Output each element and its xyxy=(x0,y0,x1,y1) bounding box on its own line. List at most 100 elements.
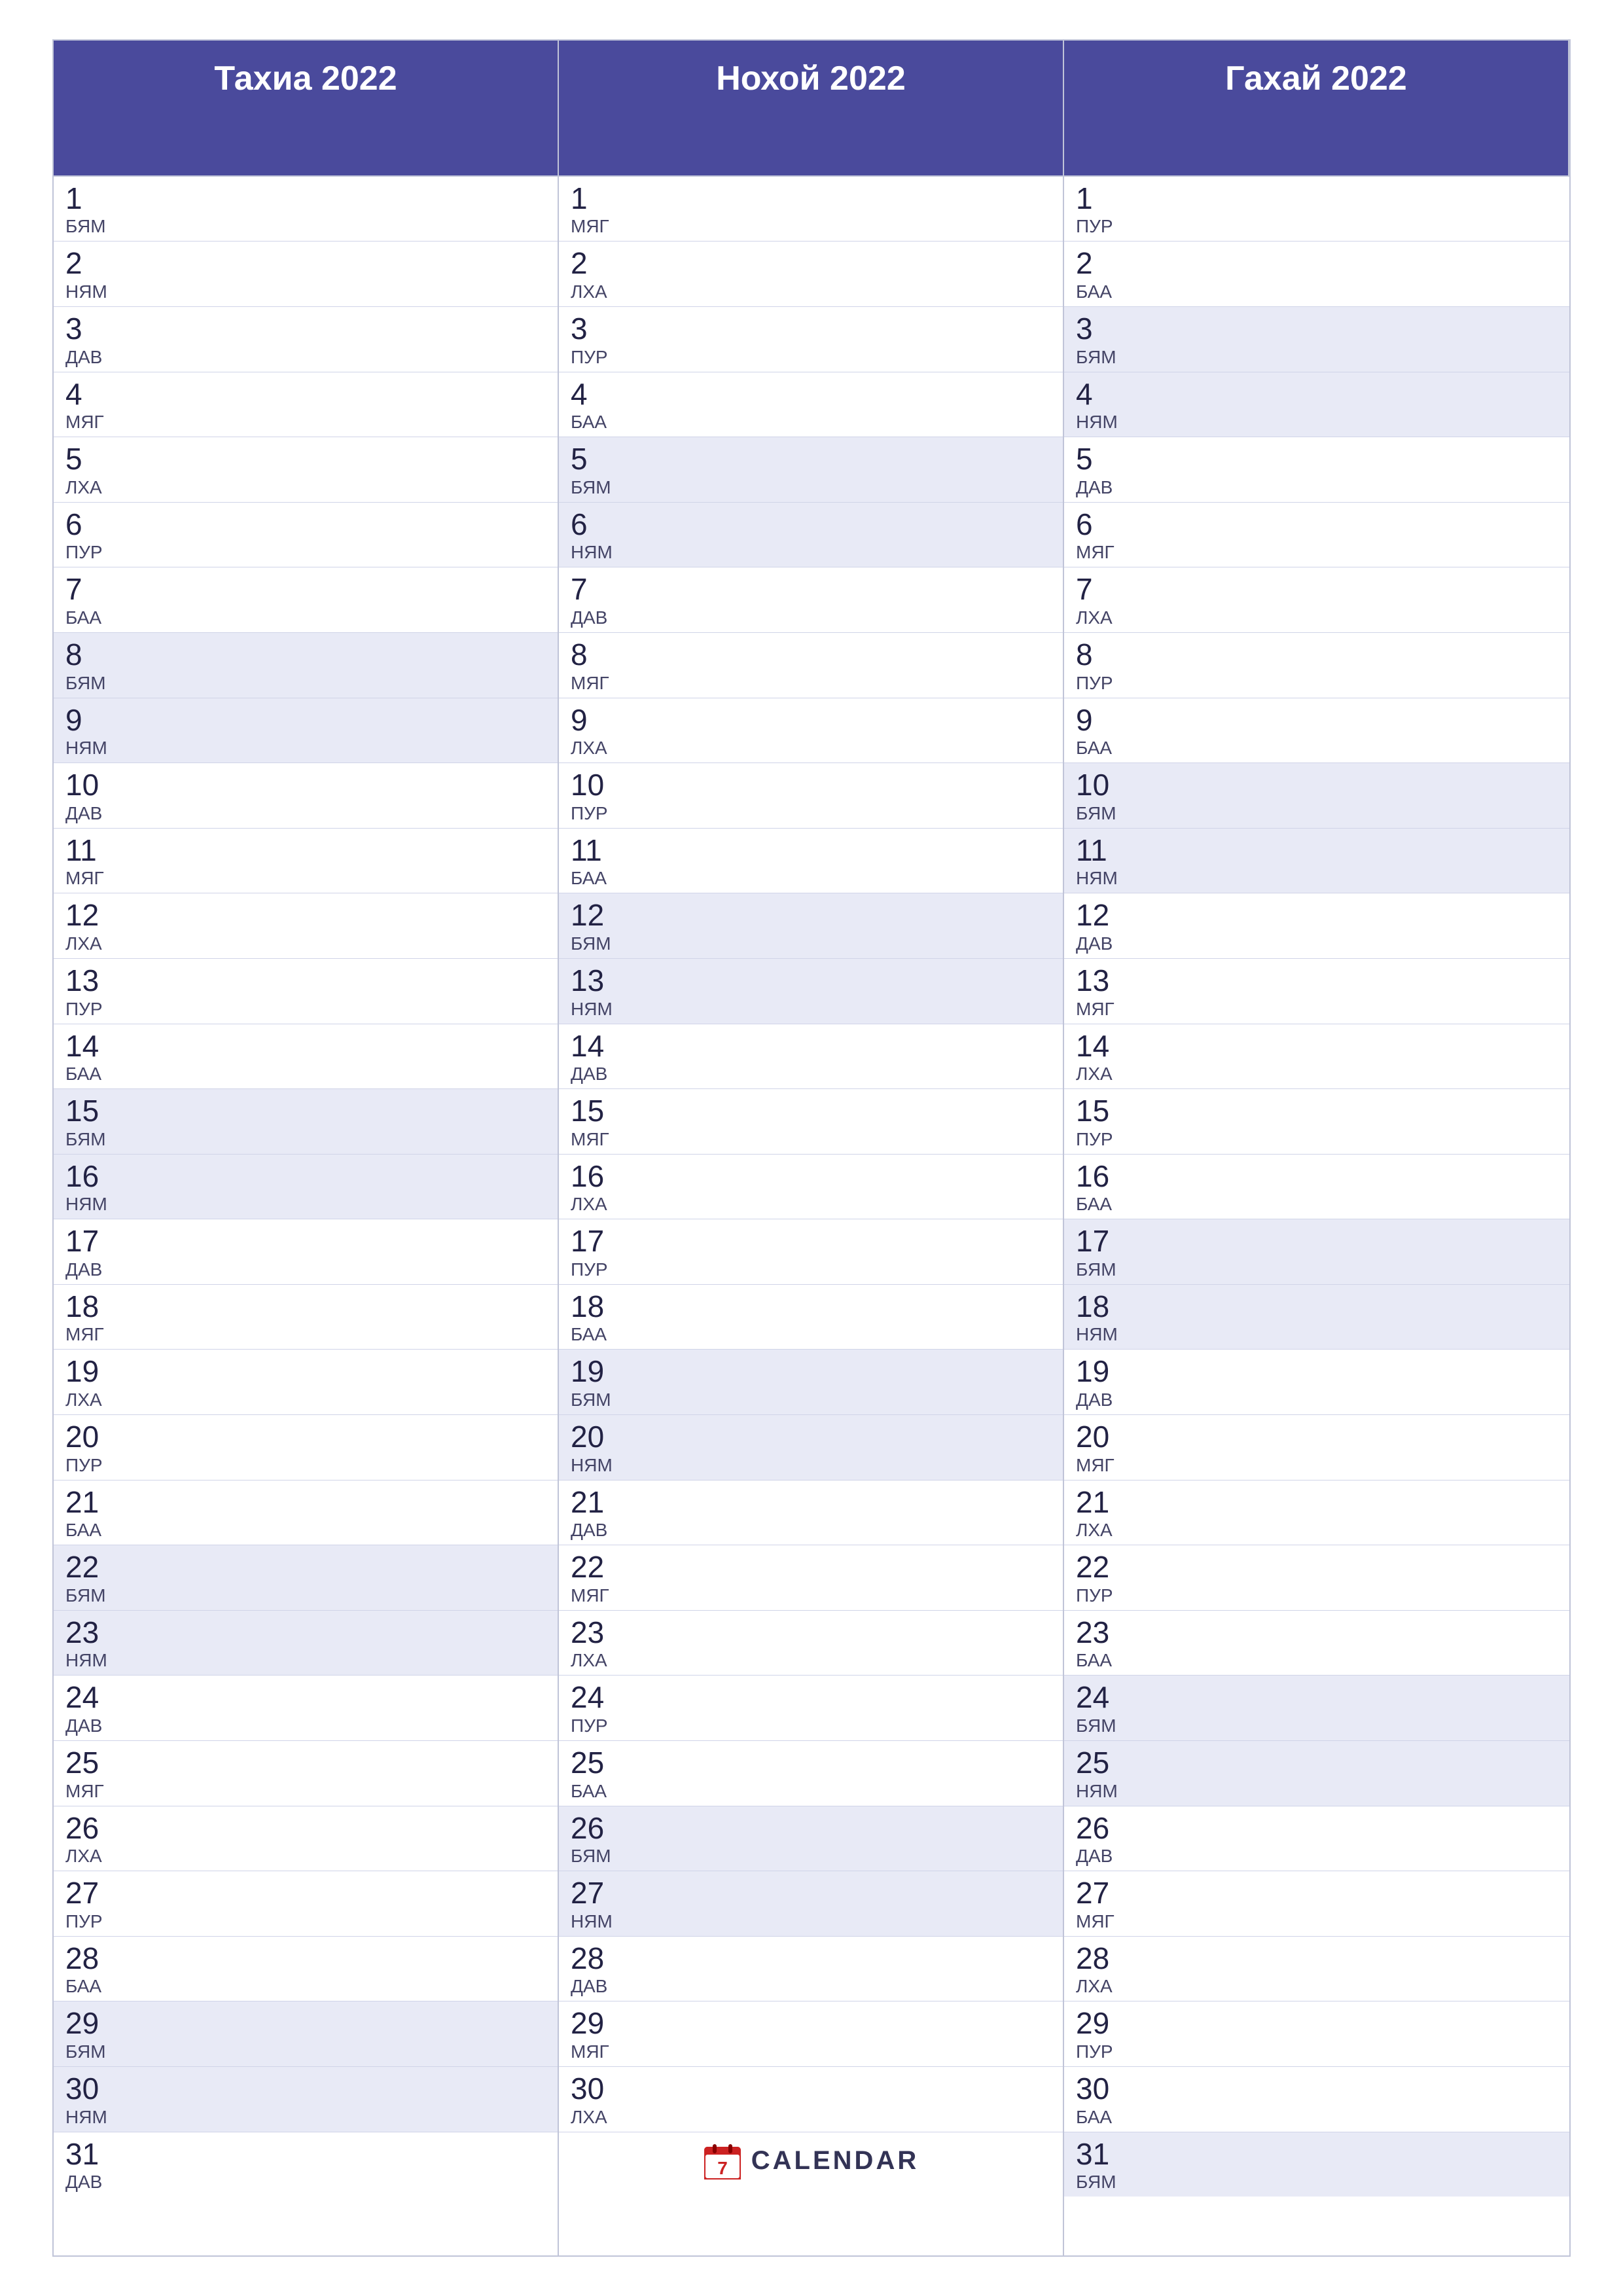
day-label: БЯМ xyxy=(1076,1259,1558,1280)
page: Тахиа 2022Нохой 2022Гахай 20221БЯМ2НЯМ3Д… xyxy=(0,0,1623,2296)
day-cell: 29МЯГ xyxy=(559,2001,1063,2067)
month-col-2: 1ПУР2БАА3БЯМ4НЯМ5ДАВ6МЯГ7ЛХА8ПУР9БАА10БЯ… xyxy=(1064,177,1569,2255)
day-label: БЯМ xyxy=(65,2041,546,2062)
day-label: ЛХА xyxy=(571,1650,1051,1671)
day-cell: 1ПУР xyxy=(1064,177,1569,242)
day-label: ПУР xyxy=(65,542,546,563)
day-label: МЯГ xyxy=(571,1585,1051,1606)
day-number: 1 xyxy=(65,182,546,215)
day-number: 22 xyxy=(1076,1551,1558,1584)
day-cell: 15БЯМ xyxy=(54,1089,558,1155)
day-cell: 11НЯМ xyxy=(1064,829,1569,894)
day-cell: 27МЯГ xyxy=(1064,1871,1569,1937)
day-label: ЛХА xyxy=(571,1194,1051,1215)
day-number: 19 xyxy=(65,1355,546,1388)
day-cell: 7БАА xyxy=(54,567,558,633)
day-cell: 16БАА xyxy=(1064,1155,1569,1220)
day-number: 12 xyxy=(65,899,546,932)
day-label: ЛХА xyxy=(571,2107,1051,2128)
day-number: 27 xyxy=(571,1876,1051,1910)
day-label: НЯМ xyxy=(65,2107,546,2128)
day-cell: 17БЯМ xyxy=(1064,1219,1569,1285)
day-number: 17 xyxy=(1076,1225,1558,1258)
day-number: 3 xyxy=(1076,312,1558,346)
day-label: ДАВ xyxy=(1076,933,1558,954)
day-cell: 22ПУР xyxy=(1064,1545,1569,1611)
day-cell: 9ЛХА xyxy=(559,698,1063,764)
day-cell: 12ЛХА xyxy=(54,893,558,959)
day-number: 6 xyxy=(571,508,1051,541)
day-number: 2 xyxy=(1076,247,1558,280)
day-number: 30 xyxy=(65,2072,546,2106)
month-col-0: 1БЯМ2НЯМ3ДАВ4МЯГ5ЛХА6ПУР7БАА8БЯМ9НЯМ10ДА… xyxy=(54,177,559,2255)
day-number: 16 xyxy=(571,1160,1051,1193)
day-cell: 13ПУР xyxy=(54,959,558,1024)
day-cell: 23БАА xyxy=(1064,1611,1569,1676)
day-label: ПУР xyxy=(65,999,546,1020)
day-number: 30 xyxy=(1076,2072,1558,2106)
day-cell: 8МЯГ xyxy=(559,633,1063,698)
calendar-brand: 7 CALENDAR xyxy=(703,2142,919,2181)
day-cell: 8БЯМ xyxy=(54,633,558,698)
day-number: 26 xyxy=(571,1812,1051,1845)
day-label: БЯМ xyxy=(1076,2172,1558,2193)
day-label: МЯГ xyxy=(65,412,546,433)
day-label: МЯГ xyxy=(65,1324,546,1345)
day-cell: 7ДАВ xyxy=(559,567,1063,633)
day-label: НЯМ xyxy=(1076,1324,1558,1345)
brand-cell: 7 CALENDAR xyxy=(559,2132,1063,2190)
day-label: МЯГ xyxy=(65,1781,546,1802)
day-label: БАА xyxy=(65,607,546,628)
day-label: ПУР xyxy=(65,1911,546,1932)
day-number: 27 xyxy=(1076,1876,1558,1910)
day-cell: 14ЛХА xyxy=(1064,1024,1569,1090)
day-label: БЯМ xyxy=(1076,1715,1558,1736)
day-number: 21 xyxy=(1076,1486,1558,1519)
day-number: 28 xyxy=(65,1942,546,1975)
day-cell: 18НЯМ xyxy=(1064,1285,1569,1350)
day-label: ПУР xyxy=(571,803,1051,824)
day-cell: 23НЯМ xyxy=(54,1611,558,1676)
day-cell: 7ЛХА xyxy=(1064,567,1569,633)
day-number: 12 xyxy=(571,899,1051,932)
day-number: 24 xyxy=(571,1681,1051,1714)
day-cell: 5ЛХА xyxy=(54,437,558,503)
day-cell: 28ДАВ xyxy=(559,1937,1063,2002)
day-label: БАА xyxy=(65,1976,546,1997)
day-label: МЯГ xyxy=(571,1129,1051,1150)
day-cell: 18БАА xyxy=(559,1285,1063,1350)
day-number: 23 xyxy=(571,1616,1051,1649)
day-number: 11 xyxy=(65,834,546,867)
day-cell: 6МЯГ xyxy=(1064,503,1569,568)
day-cell: 19ДАВ xyxy=(1064,1350,1569,1415)
day-number: 16 xyxy=(1076,1160,1558,1193)
day-cell: 20НЯМ xyxy=(559,1415,1063,1480)
day-cell: 20ПУР xyxy=(54,1415,558,1480)
day-cell: 21ЛХА xyxy=(1064,1480,1569,1546)
day-cell: 1БЯМ xyxy=(54,177,558,242)
day-label: ПУР xyxy=(571,347,1051,368)
day-number: 13 xyxy=(571,964,1051,997)
day-number: 18 xyxy=(571,1290,1051,1323)
day-cell: 22МЯГ xyxy=(559,1545,1063,1611)
day-label: БАА xyxy=(1076,281,1558,302)
day-cell: 26ДАВ xyxy=(1064,1806,1569,1872)
day-label: БЯМ xyxy=(65,216,546,237)
day-cell: 13МЯГ xyxy=(1064,959,1569,1024)
day-cell: 22БЯМ xyxy=(54,1545,558,1611)
day-label: БАА xyxy=(1076,1650,1558,1671)
day-cell: 23ЛХА xyxy=(559,1611,1063,1676)
day-cell: 2НЯМ xyxy=(54,242,558,307)
day-label: БЯМ xyxy=(65,673,546,694)
day-label: НЯМ xyxy=(65,281,546,302)
day-label: ЛХА xyxy=(1076,1520,1558,1541)
day-cell: 11МЯГ xyxy=(54,829,558,894)
day-number: 10 xyxy=(1076,768,1558,802)
day-label: НЯМ xyxy=(65,738,546,759)
brand-text: CALENDAR xyxy=(751,2146,919,2176)
day-cell: 3БЯМ xyxy=(1064,307,1569,372)
day-cell: 26ЛХА xyxy=(54,1806,558,1872)
day-label: ДАВ xyxy=(571,607,1051,628)
day-cell: 2ЛХА xyxy=(559,242,1063,307)
day-label: ЛХА xyxy=(1076,607,1558,628)
